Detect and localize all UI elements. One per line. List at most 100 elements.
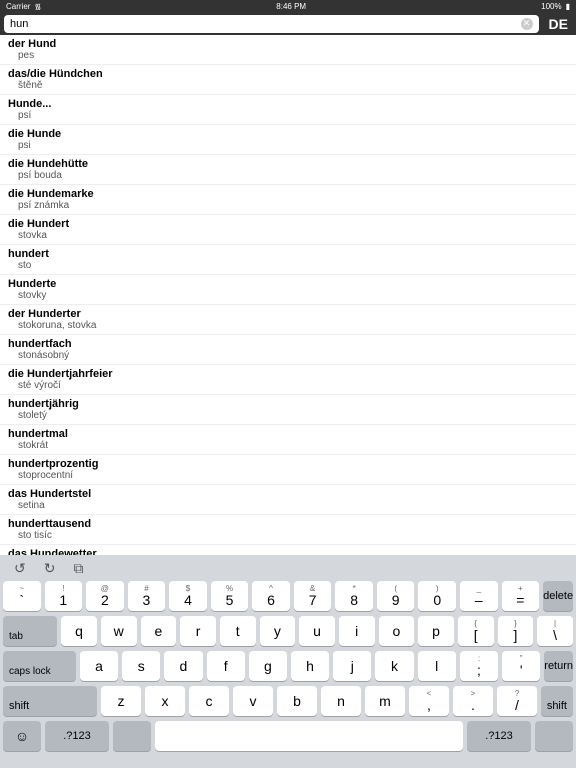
key-n[interactable]: n — [321, 686, 361, 716]
key-punct[interactable]: :; — [460, 651, 498, 681]
result-row[interactable]: hundertjährigstoletý — [0, 395, 576, 425]
key-x[interactable]: x — [145, 686, 185, 716]
result-term: hundertprozentig — [8, 458, 568, 470]
search-input[interactable] — [10, 18, 521, 30]
result-translation: sto tisíc — [8, 530, 568, 541]
result-row[interactable]: der Hunderterstokoruna, stovka — [0, 305, 576, 335]
result-row[interactable]: die Hundemarkepsí známka — [0, 185, 576, 215]
key-punct[interactable]: <, — [409, 686, 449, 716]
keyboard: ↺ ↻ ⧉ ~`!1@2#3$4%5^6&7*8(9)0_–+=delete t… — [0, 555, 576, 768]
key-–[interactable]: _– — [460, 581, 498, 611]
clear-icon[interactable]: ✕ — [521, 18, 533, 30]
result-row[interactable]: hundertfachstonásobný — [0, 335, 576, 365]
result-translation: pes — [8, 50, 568, 61]
keyboard-toolbar: ↺ ↻ ⧉ — [0, 555, 576, 581]
hide-keyboard-icon[interactable] — [535, 721, 573, 751]
return-key[interactable]: return — [544, 651, 573, 681]
key-4[interactable]: $4 — [169, 581, 207, 611]
key-z[interactable]: z — [101, 686, 141, 716]
symbols-key[interactable]: .?123 — [45, 721, 109, 751]
key-c[interactable]: c — [189, 686, 229, 716]
key-r[interactable]: r — [180, 616, 216, 646]
key-punct[interactable]: ?/ — [497, 686, 537, 716]
language-toggle[interactable]: DE — [545, 16, 572, 32]
key-2[interactable]: @2 — [86, 581, 124, 611]
key-bracket[interactable]: |\ — [537, 616, 573, 646]
key-8[interactable]: *8 — [335, 581, 373, 611]
result-term: die Hundehütte — [8, 158, 568, 170]
paste-icon[interactable]: ⧉ — [73, 560, 83, 577]
key-k[interactable]: k — [375, 651, 413, 681]
result-row[interactable]: Hundertestovky — [0, 275, 576, 305]
result-term: das Hundewetter — [8, 548, 568, 555]
key-6[interactable]: ^6 — [252, 581, 290, 611]
key-punct[interactable]: "' — [502, 651, 540, 681]
key-g[interactable]: g — [249, 651, 287, 681]
key-y[interactable]: y — [260, 616, 296, 646]
key-1[interactable]: !1 — [45, 581, 83, 611]
key-m[interactable]: m — [365, 686, 405, 716]
result-row[interactable]: die Hundertjahrfeiersté výročí — [0, 365, 576, 395]
key-9[interactable]: (9 — [377, 581, 415, 611]
key-h[interactable]: h — [291, 651, 329, 681]
key-=[interactable]: += — [502, 581, 540, 611]
key-t[interactable]: t — [220, 616, 256, 646]
key-a[interactable]: a — [80, 651, 118, 681]
shift-key[interactable]: shift — [3, 686, 97, 716]
result-term: Hunde... — [8, 98, 568, 110]
key-j[interactable]: j — [333, 651, 371, 681]
search-input-wrap[interactable]: ✕ — [4, 15, 539, 33]
undo-icon[interactable]: ↺ — [14, 560, 26, 577]
key-o[interactable]: o — [379, 616, 415, 646]
key-p[interactable]: p — [418, 616, 454, 646]
key-bracket[interactable]: {[ — [458, 616, 494, 646]
shift-key[interactable]: shift — [541, 686, 573, 716]
result-row[interactable]: Hunde...psí — [0, 95, 576, 125]
key-5[interactable]: %5 — [211, 581, 249, 611]
result-term: die Hundemarke — [8, 188, 568, 200]
key-e[interactable]: e — [141, 616, 177, 646]
result-term: die Hundert — [8, 218, 568, 230]
tab-key[interactable]: tab — [3, 616, 57, 646]
key-l[interactable]: l — [418, 651, 456, 681]
result-translation: stoprocentní — [8, 470, 568, 481]
result-row[interactable]: hunderttausendsto tisíc — [0, 515, 576, 545]
key-u[interactable]: u — [299, 616, 335, 646]
key-w[interactable]: w — [101, 616, 137, 646]
result-term: hundertfach — [8, 338, 568, 350]
key-d[interactable]: d — [164, 651, 202, 681]
space-key[interactable] — [155, 721, 463, 751]
key-`[interactable]: ~` — [3, 581, 41, 611]
mic-icon[interactable] — [113, 721, 151, 751]
key-q[interactable]: q — [61, 616, 97, 646]
key-b[interactable]: b — [277, 686, 317, 716]
key-bracket[interactable]: }] — [498, 616, 534, 646]
redo-icon[interactable]: ↻ — [44, 560, 56, 577]
result-translation: psí bouda — [8, 170, 568, 181]
result-row[interactable]: hundertsto — [0, 245, 576, 275]
key-0[interactable]: )0 — [418, 581, 456, 611]
key-3[interactable]: #3 — [128, 581, 166, 611]
key-i[interactable]: i — [339, 616, 375, 646]
key-s[interactable]: s — [122, 651, 160, 681]
carrier-label: Carrier — [6, 2, 30, 11]
result-row[interactable]: die Hundepsi — [0, 125, 576, 155]
result-row[interactable]: die Hundertstovka — [0, 215, 576, 245]
result-row[interactable]: hundertmalstokrát — [0, 425, 576, 455]
key-f[interactable]: f — [207, 651, 245, 681]
emoji-key[interactable]: ☺ — [3, 721, 41, 751]
key-7[interactable]: &7 — [294, 581, 332, 611]
battery-label: 100% — [541, 2, 561, 11]
result-row[interactable]: die Hundehüttepsí bouda — [0, 155, 576, 185]
key-v[interactable]: v — [233, 686, 273, 716]
result-row[interactable]: das Hundewetterpsí počasí — [0, 545, 576, 555]
symbols-key[interactable]: .?123 — [467, 721, 531, 751]
delete-key[interactable]: delete — [543, 581, 573, 611]
result-row[interactable]: der Hundpes — [0, 35, 576, 65]
key-punct[interactable]: >. — [453, 686, 493, 716]
result-row[interactable]: hundertprozentigstoprocentní — [0, 455, 576, 485]
result-row[interactable]: das Hundertstelsetina — [0, 485, 576, 515]
result-row[interactable]: das/die Hündchenštěně — [0, 65, 576, 95]
results-list[interactable]: der Hundpesdas/die HündchenštěněHunde...… — [0, 35, 576, 555]
capslock-key[interactable]: caps lock — [3, 651, 76, 681]
